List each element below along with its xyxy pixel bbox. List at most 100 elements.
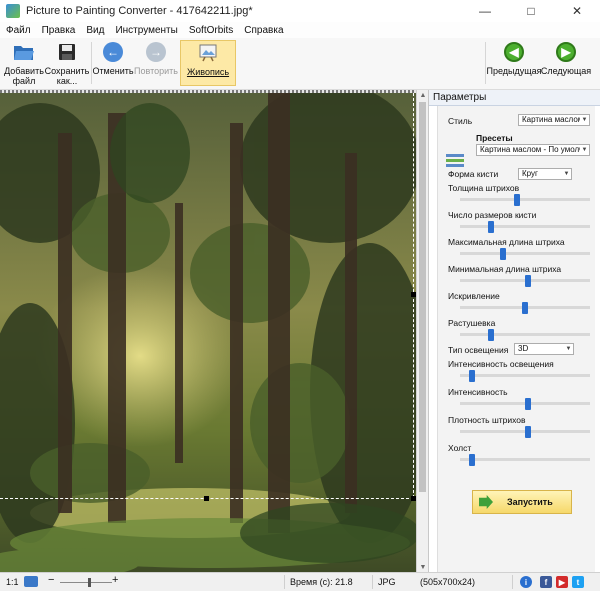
add-file-label: Добавить файл — [4, 66, 44, 86]
status-separator — [372, 575, 373, 589]
menu-help[interactable]: Справка — [244, 25, 283, 36]
monitor-icon[interactable] — [24, 576, 38, 587]
minimize-icon[interactable]: — — [462, 0, 508, 22]
status-separator — [512, 575, 513, 589]
selection-handle[interactable] — [204, 496, 209, 501]
save-as-button[interactable]: Сохранить как... — [44, 40, 90, 86]
slider-thumb[interactable] — [500, 248, 506, 260]
brush-shape-label: Форма кисти — [448, 169, 499, 179]
chevron-down-icon: ▼ — [562, 169, 571, 179]
menu-edit[interactable]: Правка — [42, 25, 76, 36]
slider-label: Искривление — [448, 291, 500, 301]
slider-thumb[interactable] — [514, 194, 520, 206]
panel-content: Стиль Картина маслом ▼ Пресеты Картина м… — [437, 106, 595, 572]
parameters-panel: Параметры Стиль Картина маслом ▼ Пресеты… — [428, 90, 600, 572]
menu-file[interactable]: Файл — [6, 25, 31, 36]
image-format: JPG — [378, 577, 396, 587]
vertical-scrollbar[interactable]: ▲ ▼ — [416, 90, 428, 572]
undo-arrow-icon: ← — [102, 41, 124, 63]
redo-arrow-icon: → — [145, 41, 167, 63]
slider-thumb[interactable] — [522, 302, 528, 314]
style-label: Стиль — [448, 116, 473, 126]
undo-label: Отменить — [92, 66, 134, 76]
slider-thumb[interactable] — [469, 370, 475, 382]
painting-button[interactable]: Живопись — [180, 40, 236, 86]
menu-tools[interactable]: Инструменты — [115, 25, 177, 36]
image-dimensions: (505x700x24) — [420, 577, 476, 587]
light-type-dropdown[interactable]: 3D ▼ — [514, 343, 574, 355]
redo-button[interactable]: → Повторить — [134, 40, 178, 86]
next-label: Следующая — [540, 66, 592, 76]
slider-track[interactable] — [460, 374, 590, 377]
slider-track[interactable] — [460, 252, 590, 255]
panel-header: Параметры — [429, 90, 600, 106]
zoom-out-icon[interactable]: − — [48, 574, 54, 586]
slider-label: Плотность штрихов — [448, 415, 526, 425]
chevron-down-icon: ▼ — [580, 115, 589, 125]
youtube-icon[interactable]: ▶ — [556, 576, 568, 588]
save-as-label: Сохранить как... — [44, 66, 90, 86]
presets-value: Картина маслом - По умолча — [480, 145, 588, 154]
facebook-icon[interactable]: f — [540, 576, 552, 588]
slider-thumb[interactable] — [525, 398, 531, 410]
slider-thumb[interactable] — [525, 426, 531, 438]
run-button[interactable]: Запустить — [472, 490, 572, 514]
chevron-down-icon: ▼ — [580, 145, 589, 155]
presets-dropdown[interactable]: Картина маслом - По умолча ▼ — [476, 144, 590, 156]
style-dropdown[interactable]: Картина маслом ▼ — [518, 114, 590, 126]
status-bar: 1:1 − + Время (с): 21.8 JPG (505x700x24)… — [0, 572, 600, 591]
run-arrow-icon — [479, 495, 493, 509]
presets-label: Пресеты — [476, 133, 513, 143]
info-icon[interactable]: i — [520, 576, 532, 588]
slider-label: Толщина штрихов — [448, 183, 520, 193]
style-value: Картина маслом — [522, 115, 584, 124]
processing-time: Время (с): 21.8 — [290, 577, 353, 587]
arrow-right-icon: ▶ — [555, 41, 577, 63]
toolbar-separator — [485, 42, 486, 84]
run-label: Запустить — [507, 497, 553, 507]
painting-label: Живопись — [186, 67, 230, 77]
prev-label: Предыдущая — [486, 66, 542, 76]
next-button[interactable]: ▶ Следующая — [541, 40, 591, 86]
prev-button[interactable]: ◀ Предыдущая — [486, 40, 542, 86]
slider-label: Растушевка — [448, 318, 496, 328]
zoom-slider[interactable] — [60, 582, 112, 583]
light-type-label: Тип освещения — [448, 345, 509, 355]
twitter-icon[interactable]: t — [572, 576, 584, 588]
brush-shape-value: Круг — [522, 169, 538, 178]
floppy-disk-icon — [56, 41, 78, 63]
title-bar: Picture to Painting Converter - 41764221… — [0, 0, 600, 22]
add-file-button[interactable]: Добавить файл — [4, 40, 44, 86]
slider-track[interactable] — [460, 458, 590, 461]
arrow-left-icon: ◀ — [503, 41, 525, 63]
zoom-slider-thumb[interactable] — [88, 578, 91, 587]
slider-thumb[interactable] — [469, 454, 475, 466]
slider-track[interactable] — [460, 225, 590, 228]
presets-icon — [446, 154, 464, 167]
status-separator — [284, 575, 285, 589]
slider-track[interactable] — [460, 198, 590, 201]
maximize-icon[interactable]: □ — [508, 0, 554, 22]
zoom-in-icon[interactable]: + — [112, 574, 118, 586]
close-icon[interactable]: ✕ — [554, 0, 600, 22]
undo-button[interactable]: ← Отменить — [92, 40, 134, 86]
slider-thumb[interactable] — [525, 275, 531, 287]
slider-label: Интенсивность освещения — [448, 359, 554, 369]
slider-label: Интенсивность — [448, 387, 508, 397]
slider-label: Число размеров кисти — [448, 210, 537, 220]
slider-track[interactable] — [460, 333, 590, 336]
slider-thumb[interactable] — [488, 329, 494, 341]
toolbar-separator — [91, 42, 92, 84]
toolbar: Добавить файл Сохранить как... ← Отменит… — [0, 38, 600, 90]
zoom-ratio[interactable]: 1:1 — [6, 577, 19, 587]
light-type-value: 3D — [518, 344, 529, 353]
slider-thumb[interactable] — [488, 221, 494, 233]
brush-shape-dropdown[interactable]: Круг ▼ — [518, 168, 572, 180]
scrollbar-thumb[interactable] — [419, 102, 426, 492]
canvas-area: ▲ ▼ — [0, 90, 428, 572]
menu-softorbits[interactable]: SoftOrbits — [189, 25, 233, 36]
menu-bar: Файл Правка Вид Инструменты SoftOrbits С… — [0, 22, 600, 38]
redo-label: Повторить — [134, 66, 178, 76]
menu-view[interactable]: Вид — [86, 25, 104, 36]
window-title: Picture to Painting Converter - 41764221… — [26, 5, 253, 17]
